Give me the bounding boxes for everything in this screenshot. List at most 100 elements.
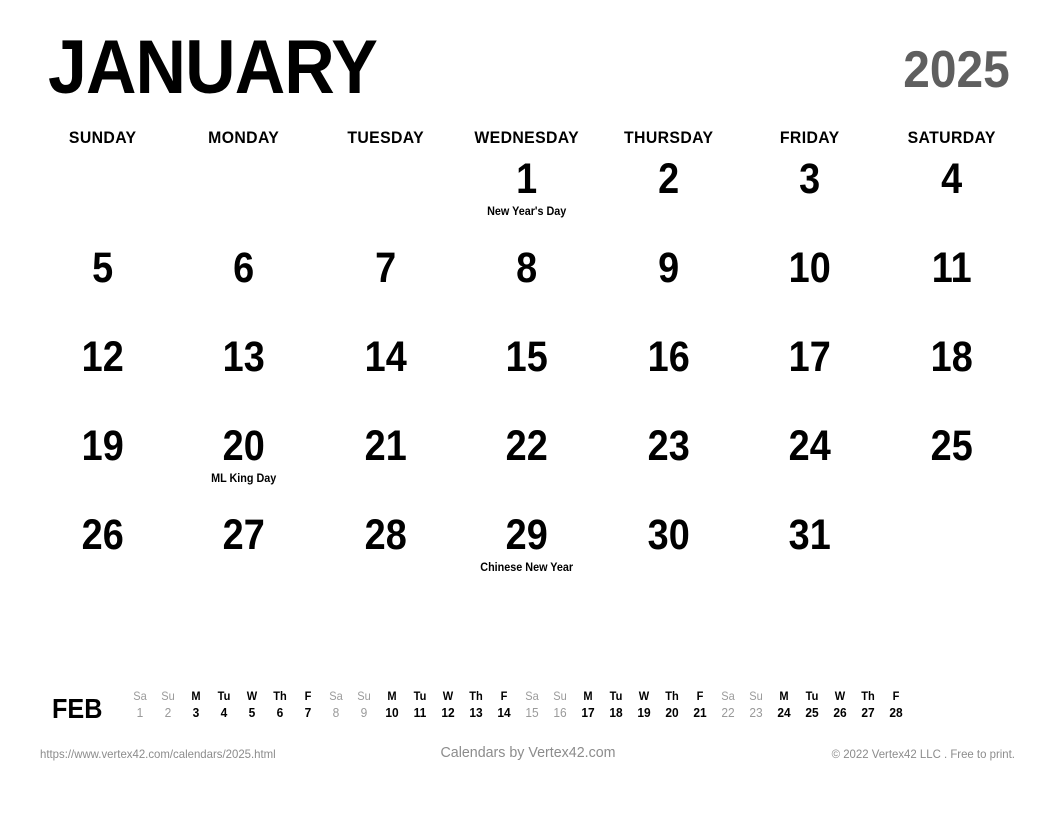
next-month-day[interactable]: Sa 15 — [518, 688, 546, 721]
next-month-dow: Sa — [329, 689, 343, 703]
day-cell[interactable]: 5 — [32, 243, 173, 332]
calendar-week-row: 26 27 28 29 Chinese New Year 30 31 — [32, 510, 1022, 599]
day-number: 9 — [657, 244, 679, 292]
next-month-day[interactable]: Th 13 — [462, 688, 490, 721]
next-month-day[interactable]: W5 — [238, 688, 266, 721]
day-cell[interactable]: 15 — [456, 332, 597, 421]
next-month-daynum: 26 — [833, 705, 847, 720]
day-cell[interactable]: 12 — [32, 332, 173, 421]
next-month-day[interactable]: F 21 — [686, 688, 714, 721]
next-month-day[interactable]: F7 — [294, 688, 322, 721]
day-cell[interactable]: 31 — [739, 510, 880, 599]
day-cell[interactable]: 30 — [598, 510, 739, 599]
footer-credit[interactable]: Calendars by Vertex42.com — [440, 744, 615, 762]
next-month-dow: M — [387, 689, 397, 703]
day-number: 13 — [223, 333, 266, 381]
next-month-dow: W — [638, 689, 650, 703]
day-number: 23 — [647, 422, 690, 470]
next-month-day[interactable]: M 24 — [770, 688, 798, 721]
day-cell[interactable]: 9 — [598, 243, 739, 332]
next-month-daynum: 11 — [413, 705, 427, 720]
next-month-day[interactable]: Tu 4 — [210, 688, 238, 721]
calendar-page: JANUARY 2025 SUNDAY MONDAY TUESDAY WEDNESDA… — [0, 0, 1055, 814]
year-title: 2025 — [903, 41, 1010, 99]
day-cell[interactable]: 28 — [315, 510, 456, 599]
day-cell[interactable]: 7 — [315, 243, 456, 332]
day-number: 4 — [940, 155, 962, 203]
next-month-day[interactable]: Su 16 — [546, 688, 574, 721]
calendar-week-row: 19 20 ML King Day 21 22 23 24 25 — [32, 421, 1022, 510]
next-month-strip: FEB Sa 1 Su 2 M 3 Tu 4 W 5 Th 6 F 7 Sa 8 Su 9 M 10 Tu 11 W 12 Th… — [48, 688, 1010, 732]
day-cell[interactable]: 22 — [456, 421, 597, 510]
day-cell[interactable]: 24 — [739, 421, 880, 510]
next-month-dow: F — [304, 689, 312, 703]
day-number: 25 — [930, 422, 973, 470]
next-month-dow: Th — [469, 689, 483, 703]
day-cell-empty — [32, 154, 173, 243]
day-cell[interactable]: 19 — [32, 421, 173, 510]
day-number: 22 — [505, 422, 549, 470]
day-number: 24 — [788, 422, 831, 470]
next-month-daynum: 9 — [360, 705, 368, 720]
day-cell[interactable]: 1 New Year's Day — [456, 154, 597, 243]
next-month-day[interactable]: W 12 — [434, 688, 462, 721]
next-month-day[interactable]: Sa 1 — [126, 688, 154, 721]
day-cell[interactable]: 8 — [456, 243, 597, 332]
day-cell[interactable]: 25 — [881, 421, 1022, 510]
next-month-dow: Sa — [721, 689, 735, 703]
next-month-day[interactable]: Th 20 — [658, 688, 686, 721]
next-month-day[interactable]: Tu 25 — [798, 688, 826, 721]
day-cell[interactable]: 16 — [598, 332, 739, 421]
next-month-daynum: 14 — [497, 705, 511, 720]
next-month-day[interactable]: Th 27 — [854, 688, 882, 721]
next-month-day[interactable]: Su 9 — [350, 688, 378, 721]
day-cell-empty — [173, 154, 314, 243]
next-month-daynum: 28 — [889, 705, 903, 720]
day-cell[interactable]: 3 — [739, 154, 880, 243]
next-month-day[interactable]: Tu 11 — [406, 688, 434, 721]
day-cell[interactable]: 6 — [173, 243, 314, 332]
day-number: 18 — [930, 333, 973, 381]
next-month-day[interactable]: M 17 — [574, 688, 602, 721]
day-cell-empty — [881, 510, 1022, 599]
next-month-day[interactable]: Su 23 — [742, 688, 770, 721]
day-number: 3 — [799, 155, 821, 203]
next-month-dow: Tu — [805, 689, 819, 703]
next-month-day[interactable]: Su 2 — [154, 688, 182, 721]
day-number: 5 — [92, 244, 114, 292]
next-month-day[interactable]: F 28 — [882, 688, 910, 721]
footer-url[interactable]: https://www.vertex42.com/calendars/2025.… — [40, 746, 276, 762]
day-number: 1 — [516, 155, 538, 203]
next-month-day[interactable]: Th 6 — [266, 688, 294, 721]
day-cell[interactable]: 10 — [739, 243, 880, 332]
next-month-day[interactable]: Tu 18 — [602, 688, 630, 721]
day-cell[interactable]: 27 — [173, 510, 314, 599]
next-month-day[interactable]: F 14 — [490, 688, 518, 721]
day-cell[interactable]: 2 — [598, 154, 739, 243]
day-cell[interactable]: 13 — [173, 332, 314, 421]
next-month-daynum: 16 — [553, 705, 567, 720]
day-cell[interactable]: 26 — [32, 510, 173, 599]
day-cell[interactable]: 29 Chinese New Year — [456, 510, 597, 599]
next-month-label: FEB — [52, 693, 103, 724]
day-cell[interactable]: 4 — [881, 154, 1022, 243]
next-month-day[interactable]: W 19 — [630, 688, 658, 721]
day-cell[interactable]: 21 — [315, 421, 456, 510]
weekday-header-tuesday: TUESDAY — [347, 128, 424, 147]
day-number: 20 — [223, 422, 266, 470]
day-cell[interactable]: 14 — [315, 332, 456, 421]
next-month-day[interactable]: M 10 — [378, 688, 406, 721]
next-month-daynum: 20 — [665, 705, 679, 720]
next-month-day[interactable]: W 26 — [826, 688, 854, 721]
next-month-day[interactable]: Sa 22 — [714, 688, 742, 721]
day-cell[interactable]: 20 ML King Day — [173, 421, 314, 510]
next-month-day[interactable]: M3 — [182, 688, 210, 721]
day-cell[interactable]: 18 — [881, 332, 1022, 421]
day-number: 19 — [81, 422, 124, 470]
day-cell[interactable]: 11 — [881, 243, 1022, 332]
day-cell[interactable]: 17 — [739, 332, 880, 421]
day-cell[interactable]: 23 — [598, 421, 739, 510]
next-month-day[interactable]: Sa 8 — [322, 688, 350, 721]
next-month-dow: F — [892, 689, 900, 703]
day-number: 10 — [788, 244, 831, 292]
